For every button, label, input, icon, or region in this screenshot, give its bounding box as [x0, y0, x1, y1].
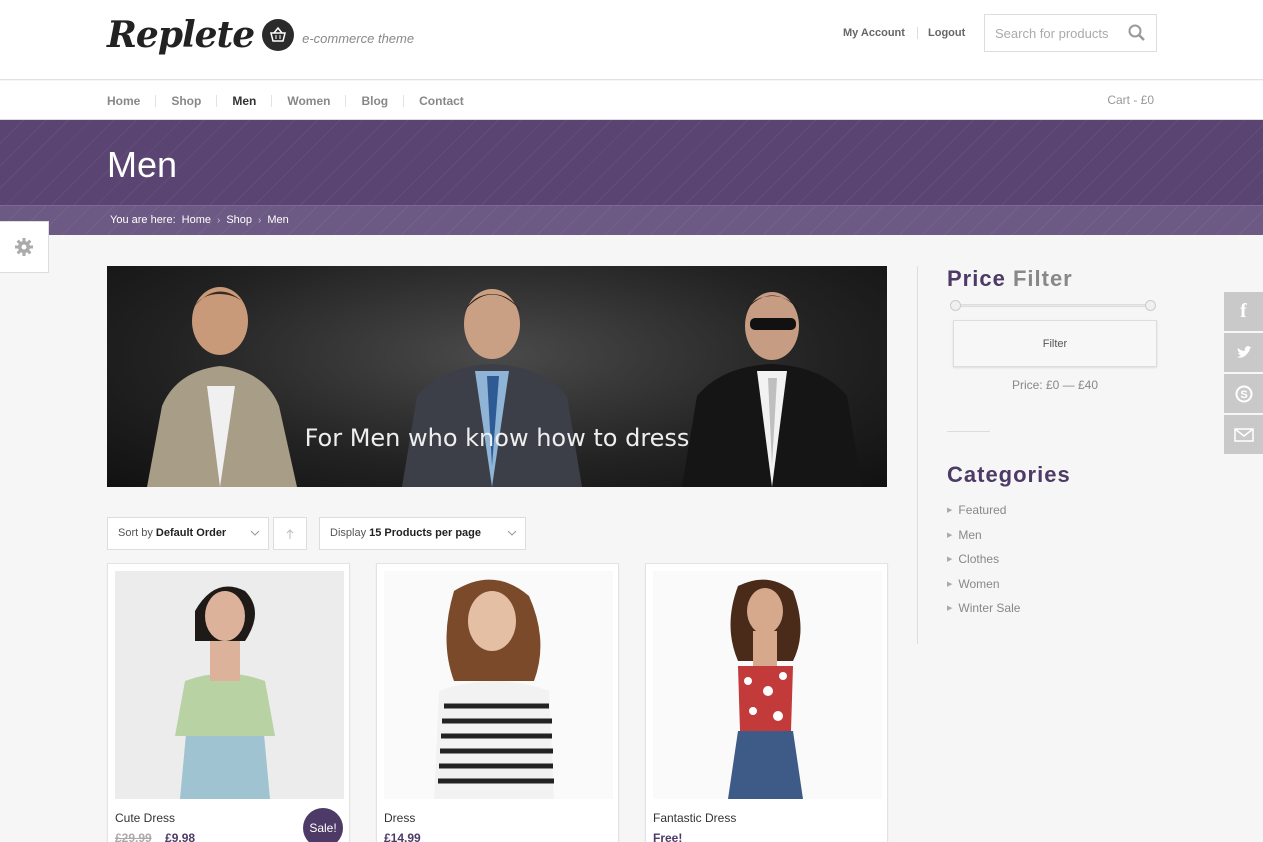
page-title-banner: Men	[0, 120, 1263, 205]
nav-item-home[interactable]: Home	[107, 95, 155, 107]
caret-right-icon: ▶	[947, 531, 953, 539]
settings-toggle[interactable]	[0, 221, 49, 273]
divider	[917, 27, 918, 39]
sort-direction-button[interactable]	[273, 517, 307, 550]
slider-handle-max[interactable]	[1145, 300, 1156, 311]
search-input[interactable]	[985, 15, 1120, 51]
product-price: £14.99	[384, 831, 421, 842]
filter-button[interactable]: Filter	[953, 320, 1157, 367]
product-old-price: £29.99	[115, 831, 152, 842]
price-range-label: Price: £0 — £40	[1011, 378, 1099, 392]
main-nav: Home Shop Men Women Blog Contact Cart - …	[0, 81, 1263, 120]
skype-button[interactable]: S	[1224, 374, 1263, 413]
categories-title: Categories	[947, 462, 1071, 487]
product-price: £29.99 £9.98	[115, 831, 195, 842]
category-item[interactable]: ▶ Winter Sale	[947, 596, 1020, 621]
display-value: 15 Products per page	[369, 527, 482, 539]
site-header: Replete e-commerce theme My Account Logo…	[0, 0, 1263, 80]
category-list: ▶ Featured ▶ Men ▶ Clothes ▶ Women ▶ Winter S…	[947, 498, 1020, 621]
my-account-link[interactable]: My Account	[843, 27, 905, 39]
logo[interactable]: Replete e-commerce theme	[107, 14, 414, 56]
sort-value: Default Order	[155, 527, 227, 539]
gear-icon	[15, 238, 33, 256]
product-image[interactable]	[115, 571, 344, 799]
category-label: Winter Sale	[958, 601, 1021, 616]
product-card[interactable]: Fantastic Dress Free!	[645, 563, 888, 842]
category-label: Men	[958, 527, 982, 542]
sale-badge: Sale!	[303, 808, 343, 842]
slider-handle-min[interactable]	[950, 300, 961, 311]
nav-item-blog[interactable]: Blog	[345, 94, 403, 107]
hero-banner: For Men who know how to dress	[107, 266, 887, 487]
category-label: Featured	[958, 503, 1007, 518]
nav-item-shop[interactable]: Shop	[155, 94, 216, 107]
twitter-icon	[1236, 345, 1252, 358]
category-item[interactable]: ▶ Men	[947, 523, 1020, 548]
per-page-select[interactable]: Display 15 Products per page	[319, 517, 526, 550]
caret-right-icon: ▶	[947, 507, 953, 515]
search-icon[interactable]	[1128, 24, 1146, 47]
svg-text:S: S	[1240, 389, 1247, 401]
chevron-down-icon	[250, 530, 260, 536]
breadcrumb-shop[interactable]: Shop	[226, 214, 252, 226]
sort-select[interactable]: Sort by Default Order	[107, 517, 269, 550]
price-slider[interactable]	[950, 300, 1156, 311]
caret-right-icon: ▶	[947, 556, 953, 564]
caret-right-icon: ▶	[947, 605, 953, 613]
category-item[interactable]: ▶ Clothes	[947, 547, 1020, 572]
search-box	[984, 14, 1157, 52]
product-sale-price: £9.98	[165, 831, 196, 842]
product-name[interactable]: Dress	[384, 811, 415, 825]
breadcrumb-label: You are here:	[110, 214, 176, 226]
twitter-button[interactable]	[1224, 333, 1263, 372]
logo-text: Replete	[107, 14, 255, 56]
skype-icon: S	[1235, 385, 1252, 402]
cart-link[interactable]: Cart - £0	[1107, 93, 1154, 107]
breadcrumb-home[interactable]: Home	[182, 214, 211, 226]
chevron-right-icon: ›	[258, 214, 262, 226]
product-name[interactable]: Cute Dress	[115, 811, 175, 825]
product-card[interactable]: Dress £14.99	[376, 563, 619, 842]
price-filter-title: Price Filter	[947, 266, 1073, 292]
sort-prefix: Sort by	[118, 527, 153, 539]
breadcrumb: You are here: Home › Shop › Men	[110, 214, 289, 226]
category-item[interactable]: ▶ Featured	[947, 498, 1020, 523]
product-card[interactable]: Cute Dress £29.99 £9.98 Sale!	[107, 563, 350, 842]
logo-tagline: e-commerce theme	[302, 30, 415, 46]
basket-icon	[262, 19, 295, 51]
product-image[interactable]	[653, 571, 882, 799]
facebook-icon: f	[1240, 300, 1247, 322]
email-button[interactable]	[1224, 415, 1263, 454]
chevron-right-icon: ›	[217, 214, 221, 226]
facebook-button[interactable]: f	[1224, 292, 1263, 331]
product-image[interactable]	[384, 571, 613, 799]
nav-item-women[interactable]: Women	[271, 94, 345, 107]
nav-item-men[interactable]: Men	[216, 94, 271, 107]
page-title: Men	[107, 144, 178, 185]
product-price: Free!	[653, 831, 683, 842]
price-filter-title-main: Price	[947, 266, 1006, 291]
display-prefix: Display	[330, 527, 367, 539]
chevron-down-icon	[507, 530, 517, 536]
sidebar-divider	[917, 266, 918, 644]
price-filter-title-light: Filter	[1012, 266, 1073, 291]
breadcrumb-bar: You are here: Home › Shop › Men	[0, 205, 1263, 235]
logout-link[interactable]: Logout	[928, 27, 965, 39]
product-name[interactable]: Fantastic Dress	[653, 811, 736, 825]
divider	[947, 431, 990, 432]
breadcrumb-current: Men	[267, 214, 289, 226]
nav-item-contact[interactable]: Contact	[403, 94, 479, 107]
caret-right-icon: ▶	[947, 580, 953, 588]
hero-image	[147, 287, 862, 487]
category-item[interactable]: ▶ Women	[947, 572, 1020, 597]
slider-track[interactable]	[955, 304, 1151, 307]
hero-caption: For Men who know how to dress	[304, 424, 690, 452]
arrow-up-icon	[286, 528, 294, 539]
email-icon	[1233, 427, 1254, 442]
category-label: Women	[958, 576, 1000, 591]
category-label: Clothes	[958, 552, 1000, 567]
